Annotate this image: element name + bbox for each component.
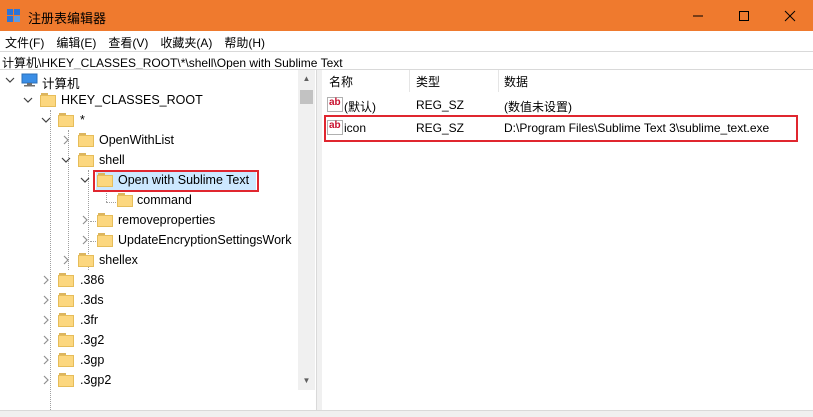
tree-item-computer[interactable]: 计算机 [0,70,298,91]
close-icon [784,10,796,21]
value-name: icon [344,121,367,135]
menu-favorites[interactable]: 收藏夹(A) [155,31,219,51]
address-bar[interactable]: 计算机\HKEY_CLASSES_ROOT\*\shell\Open with … [0,51,813,70]
tree-item-updateencryption[interactable]: UpdateEncryptionSettingsWork [0,230,298,250]
status-bar [0,410,813,417]
chevron-right-icon [63,255,69,265]
maximize-icon [739,10,749,21]
scroll-down-icon[interactable]: ▼ [302,376,311,385]
tree-label: HKEY_CLASSES_ROOT [61,93,203,107]
scrollbar-thumb[interactable] [300,90,313,104]
tree-label: shell [99,153,125,167]
chevron-right-icon [63,135,69,145]
tree-scrollbar[interactable]: ▲ ▼ [298,70,315,390]
tree-item-ext[interactable]: .3fr [0,310,298,330]
column-header-type[interactable]: 类型 [416,73,440,93]
tree-label: UpdateEncryptionSettingsWork [118,233,292,247]
chevron-down-icon [61,157,71,163]
tree-item-hkcr[interactable]: HKEY_CLASSES_ROOT [0,90,298,110]
folder-icon [78,253,94,267]
maximize-button[interactable] [721,0,767,31]
folder-icon [58,333,74,347]
tree-item-removeproperties[interactable]: removeproperties [0,210,298,230]
minimize-button[interactable] [675,0,721,31]
tree-label: OpenWithList [99,133,175,147]
tree-label: .3fr [80,313,99,327]
tree-label: .3gp2 [80,373,112,387]
folder-icon [78,133,94,147]
computer-icon [21,73,38,87]
tree-item-openwithlist[interactable]: OpenWithList [0,130,298,150]
tree-item-ext[interactable]: .3gp [0,350,298,370]
chevron-right-icon [43,375,49,385]
tree-item-star[interactable]: * [0,110,298,130]
tree-item-open-with-sublime[interactable]: Open with Sublime Text [0,170,298,190]
registry-tree: 计算机 HKEY_CLASSES_ROOT * OpenWithList she… [0,70,316,410]
folder-icon [97,213,113,227]
tree-item-ext[interactable]: .3ds [0,290,298,310]
chevron-right-icon [43,275,49,285]
column-header-name[interactable]: 名称 [329,73,353,93]
minimize-icon [693,15,703,16]
tree-item-shell[interactable]: shell [0,150,298,170]
tree-label: .386 [80,273,105,287]
tree-label: .3ds [80,293,104,307]
column-header-data[interactable]: 数据 [504,73,528,93]
folder-icon [58,353,74,367]
tree-item-ext[interactable]: .3gp2 [0,370,298,390]
chevron-right-icon [43,315,49,325]
folder-icon [97,233,113,247]
chevron-right-icon [82,215,88,225]
folder-icon [58,313,74,327]
folder-icon [58,113,74,127]
tree-label: command [137,193,192,207]
chevron-down-icon [80,177,90,183]
tree-item-ext[interactable]: .3g2 [0,330,298,350]
string-value-icon: ab [327,120,343,135]
folder-icon [78,153,94,167]
chevron-right-icon [43,295,49,305]
chevron-right-icon [82,235,88,245]
scroll-up-icon[interactable]: ▲ [302,74,311,83]
chevron-right-icon [43,355,49,365]
value-data: (数值未设置) [504,100,572,114]
close-button[interactable] [767,0,813,31]
window-title: 注册表编辑器 [28,11,107,26]
tree-label: removeproperties [118,213,216,227]
chevron-right-icon [43,335,49,345]
folder-icon [40,93,56,107]
tree-label: shellex [99,253,138,267]
chevron-down-icon [5,77,15,83]
menu-view[interactable]: 查看(V) [103,31,155,51]
menu-bar: 文件(F) 编辑(E) 查看(V) 收藏夹(A) 帮助(H) [0,31,813,51]
tree-item-ext[interactable]: .386 [0,270,298,290]
folder-icon [58,293,74,307]
menu-file[interactable]: 文件(F) [0,31,51,51]
folder-icon [97,173,113,187]
tree-label: Open with Sublime Text [118,173,250,187]
value-type: REG_SZ [416,121,465,135]
value-name: (默认) [344,100,376,114]
chevron-down-icon [23,97,33,103]
menu-help[interactable]: 帮助(H) [219,31,272,51]
value-type: REG_SZ [416,98,465,112]
value-row[interactable]: ab icon REG_SZ D:\Program Files\Sublime … [322,117,813,139]
tree-label: .3g2 [80,333,105,347]
menu-edit[interactable]: 编辑(E) [51,31,103,51]
value-data: D:\Program Files\Sublime Text 3\sublime_… [504,121,770,135]
folder-icon [117,193,133,207]
folder-icon [58,373,74,387]
value-row[interactable]: ab (默认) REG_SZ (数值未设置) [322,94,813,116]
regedit-app-icon [7,9,21,23]
string-value-icon: ab [327,97,343,112]
tree-item-command[interactable]: command [0,190,298,210]
tree-item-shellex[interactable]: shellex [0,250,298,270]
tree-label: .3gp [80,353,105,367]
folder-icon [58,273,74,287]
tree-label: * [80,113,85,127]
values-list: 名称 类型 数据 ab (默认) REG_SZ (数值未设置) ab icon … [322,70,813,410]
chevron-down-icon [41,117,51,123]
title-bar: 注册表编辑器 [0,0,813,31]
